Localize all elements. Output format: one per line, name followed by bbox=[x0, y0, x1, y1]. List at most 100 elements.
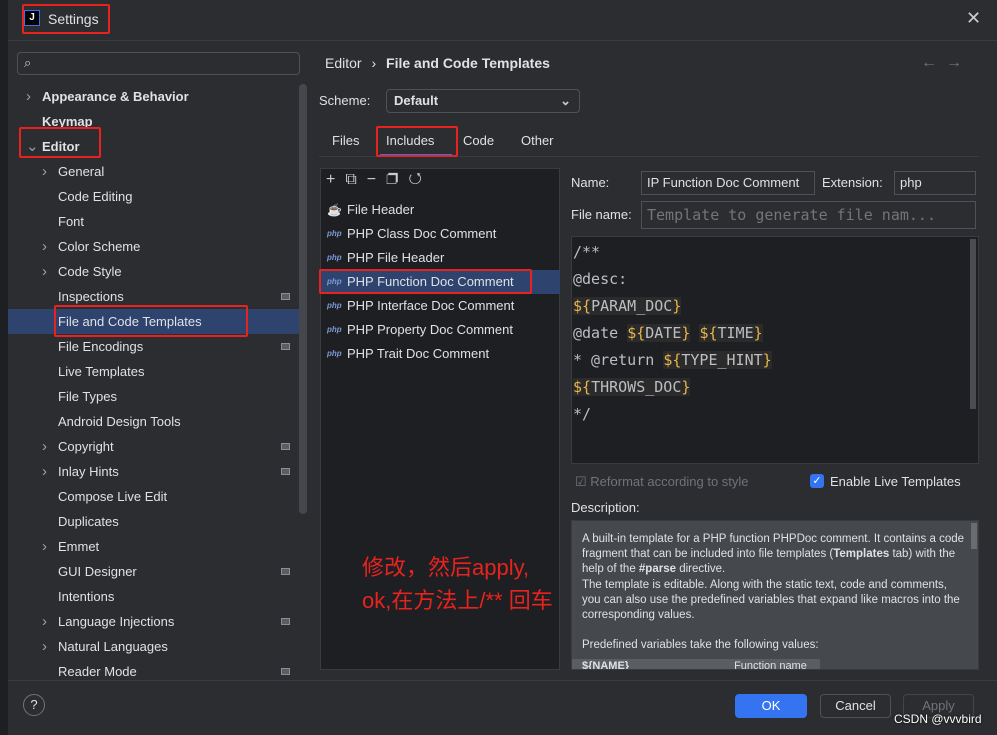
template-label: File Header bbox=[347, 202, 415, 217]
chevron-right-icon[interactable]: › bbox=[42, 234, 47, 259]
remove-icon[interactable]: − bbox=[367, 171, 386, 188]
sidebar-item[interactable]: › Language Injections bbox=[8, 609, 306, 634]
modified-settings-icon bbox=[281, 293, 290, 300]
sidebar-item-label: Color Scheme bbox=[58, 239, 141, 254]
description-label: Description: bbox=[571, 500, 640, 515]
sidebar-item[interactable]: › Natural Languages bbox=[8, 634, 306, 659]
modified-settings-icon bbox=[281, 443, 290, 450]
sidebar-item-label: Font bbox=[58, 214, 85, 229]
sidebar-item[interactable]: › Copyright bbox=[8, 434, 306, 459]
add-child-icon[interactable]: ⧉ bbox=[345, 171, 366, 188]
php-icon: php bbox=[327, 229, 342, 238]
sidebar-item[interactable]: File Types bbox=[8, 384, 306, 409]
sidebar-item-label: File Types bbox=[58, 389, 118, 404]
template-list-item[interactable]: ☕ File Header bbox=[320, 198, 560, 222]
name-input[interactable]: IP Function Doc Comment bbox=[641, 171, 815, 195]
editor-scrollbar[interactable] bbox=[970, 239, 976, 409]
template-list-item[interactable]: php PHP Class Doc Comment bbox=[320, 222, 560, 246]
sidebar-item[interactable]: Android Design Tools bbox=[8, 409, 306, 434]
variable-desc: Function name bbox=[734, 660, 807, 670]
sidebar-item[interactable]: › Emmet bbox=[8, 534, 306, 559]
breadcrumb-separator: › bbox=[371, 55, 377, 71]
chevron-right-icon[interactable]: › bbox=[42, 534, 47, 559]
sidebar-scrollbar[interactable] bbox=[299, 84, 307, 514]
sidebar-item[interactable]: Compose Live Edit bbox=[8, 484, 306, 509]
sidebar-item[interactable]: GUI Designer bbox=[8, 559, 306, 584]
description-scrollbar[interactable] bbox=[971, 523, 977, 549]
php-icon: php bbox=[327, 349, 342, 358]
scheme-value: Default bbox=[394, 93, 439, 108]
code-line: ${PARAM_DOC} bbox=[573, 297, 682, 315]
modified-settings-icon bbox=[281, 343, 290, 350]
reformat-checkbox[interactable]: ☑ Reformat according to style bbox=[575, 474, 749, 490]
reformat-label: Reformat according to style bbox=[590, 474, 749, 489]
search-icon: ⌕ bbox=[24, 55, 32, 70]
annotation-box-includes bbox=[376, 126, 458, 157]
sidebar-item[interactable]: › Inlay Hints bbox=[8, 459, 306, 484]
template-list-item[interactable]: php PHP Interface Doc Comment bbox=[320, 294, 560, 318]
chevron-right-icon[interactable]: › bbox=[42, 634, 47, 659]
copy-icon[interactable]: ❐ bbox=[386, 171, 408, 188]
chevron-right-icon[interactable]: › bbox=[42, 609, 47, 634]
chevron-right-icon[interactable]: › bbox=[42, 159, 47, 184]
sidebar-item[interactable]: › Code Style bbox=[8, 259, 306, 284]
chevron-right-icon[interactable]: › bbox=[42, 434, 47, 459]
chevron-right-icon[interactable]: › bbox=[26, 84, 31, 109]
chevron-right-icon[interactable]: › bbox=[42, 259, 47, 284]
sidebar-item[interactable]: Live Templates bbox=[8, 359, 306, 384]
search-field[interactable] bbox=[42, 55, 292, 70]
template-list-item[interactable]: php PHP Property Doc Comment bbox=[320, 318, 560, 342]
tab-other[interactable]: Other bbox=[521, 133, 554, 148]
sidebar-item[interactable]: Intentions bbox=[8, 584, 306, 609]
title-divider bbox=[8, 40, 997, 41]
sidebar-item-label: File Encodings bbox=[58, 339, 144, 354]
template-label: PHP Property Doc Comment bbox=[347, 322, 513, 337]
close-icon[interactable]: ✕ bbox=[966, 8, 981, 29]
breadcrumb: Editor › File and Code Templates bbox=[325, 55, 550, 71]
modified-settings-icon bbox=[281, 618, 290, 625]
description-box: A built-in template for a PHP function P… bbox=[571, 520, 979, 670]
sidebar-item[interactable]: › Color Scheme bbox=[8, 234, 306, 259]
sidebar-item-label: Natural Languages bbox=[58, 639, 168, 654]
reset-icon[interactable]: ↺ bbox=[408, 171, 432, 188]
extension-value: php bbox=[900, 175, 922, 190]
sidebar-item-label: Code Style bbox=[58, 264, 122, 279]
cancel-button[interactable]: Cancel bbox=[820, 694, 891, 718]
template-editor[interactable]: /** @desc: ${PARAM_DOC} @date ${DATE} ${TIM… bbox=[571, 236, 979, 464]
add-icon[interactable]: + bbox=[326, 171, 345, 188]
extension-input[interactable]: php bbox=[894, 171, 976, 195]
scheme-label: Scheme: bbox=[319, 93, 371, 108]
tab-code[interactable]: Code bbox=[463, 133, 494, 148]
sidebar-item[interactable]: File Encodings bbox=[8, 334, 306, 359]
sidebar-item-label: Android Design Tools bbox=[58, 414, 181, 429]
forward-arrow-icon[interactable]: → bbox=[946, 54, 962, 72]
search-input[interactable]: ⌕ bbox=[17, 52, 300, 75]
php-icon: php bbox=[327, 325, 342, 334]
template-list-item[interactable]: php PHP File Header bbox=[320, 246, 560, 270]
filename-input[interactable] bbox=[641, 201, 976, 229]
back-arrow-icon[interactable]: ← bbox=[921, 54, 937, 72]
help-button[interactable]: ? bbox=[23, 694, 45, 716]
sidebar-item[interactable]: › Appearance & Behavior bbox=[8, 84, 306, 109]
template-list-item[interactable]: php PHP Trait Doc Comment bbox=[320, 342, 560, 366]
chevron-right-icon[interactable]: › bbox=[42, 459, 47, 484]
code-area[interactable]: /** @desc: ${PARAM_DOC} @date ${DATE} ${TIM… bbox=[573, 239, 977, 428]
sidebar-item[interactable]: Duplicates bbox=[8, 509, 306, 534]
scheme-dropdown[interactable]: Default ⌄ bbox=[386, 89, 580, 113]
watermark: CSDN @vvvbird bbox=[894, 712, 982, 726]
sidebar-item-label: Emmet bbox=[58, 539, 100, 554]
sidebar-item[interactable]: Code Editing bbox=[8, 184, 306, 209]
live-templates-checkbox[interactable]: ✓ bbox=[810, 474, 824, 488]
breadcrumb-parent[interactable]: Editor bbox=[325, 55, 362, 71]
annotation-text: 修改，然后apply, ok,在方法上/** 回车 bbox=[362, 555, 553, 613]
annotation-box-function bbox=[319, 269, 532, 294]
ok-button[interactable]: OK bbox=[735, 694, 807, 718]
sidebar-item[interactable]: › General bbox=[8, 159, 306, 184]
code-line: ${THROWS_DOC} bbox=[573, 378, 691, 396]
background-ide-strip bbox=[0, 0, 8, 735]
breadcrumb-current: File and Code Templates bbox=[386, 55, 550, 71]
template-label: PHP Class Doc Comment bbox=[347, 226, 497, 241]
sidebar-item-label: General bbox=[58, 164, 105, 179]
sidebar-item[interactable]: Font bbox=[8, 209, 306, 234]
tab-files[interactable]: Files bbox=[332, 133, 359, 148]
